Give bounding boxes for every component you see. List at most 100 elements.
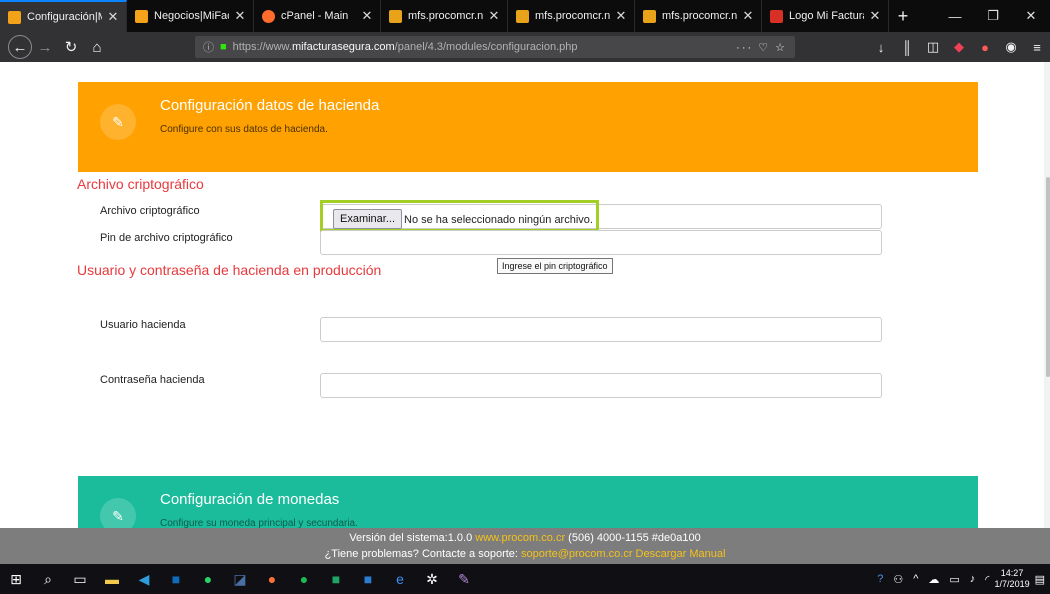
support-email-link[interactable]: soporte@procom.co.cr: [521, 548, 632, 560]
tab-favicon-icon: [8, 10, 21, 24]
forward-icon[interactable]: →: [32, 34, 58, 60]
settings-icon[interactable]: ✲: [416, 564, 448, 594]
tab-label: mfs.procomcr.net /: [662, 10, 737, 22]
clock[interactable]: 14:27 1/7/2019: [995, 568, 1030, 590]
tab-favicon-icon: [135, 9, 148, 23]
close-tab-icon[interactable]: ✕: [868, 8, 882, 24]
battery-icon[interactable]: ▭: [944, 573, 964, 586]
url-domain: mifacturasegura.com: [291, 41, 395, 53]
paint-icon[interactable]: ✎: [448, 564, 480, 594]
window-controls: — ❐ ✕: [936, 0, 1050, 32]
library-icon[interactable]: ║: [894, 40, 920, 55]
tab-cpanel[interactable]: cPanel - Main ✕: [254, 0, 381, 32]
sidebar-icon[interactable]: ◫: [920, 39, 946, 55]
home-icon[interactable]: ⌂: [84, 34, 110, 60]
reload-icon[interactable]: ↻: [58, 34, 84, 60]
spotify-icon[interactable]: ●: [288, 564, 320, 594]
volume-icon[interactable]: ♪: [965, 573, 981, 585]
section-title-crypto: Archivo criptográfico: [77, 176, 204, 192]
tab-label: cPanel - Main: [281, 10, 349, 22]
close-tab-icon[interactable]: ✕: [233, 8, 247, 24]
section-title-production: Usuario y contraseña de hacienda en prod…: [77, 262, 382, 278]
tab-favicon-icon: [389, 9, 402, 23]
windows-start-icon[interactable]: ⊞: [0, 564, 32, 594]
tab-label: mfs.procomcr.net /: [408, 10, 483, 22]
pin-input[interactable]: [320, 230, 882, 255]
help-text: ¿Tiene problemas? Contacte a soporte:: [324, 548, 518, 560]
file-explorer-icon[interactable]: ▬: [96, 564, 128, 594]
tab-mfs-2[interactable]: mfs.procomcr.net / ✕: [508, 0, 635, 32]
vscode-icon[interactable]: ◀: [128, 564, 160, 594]
edit-icon: ✎: [100, 104, 136, 140]
pocket-icon[interactable]: ◆: [946, 39, 972, 55]
menu-icon[interactable]: ≡: [1024, 40, 1050, 55]
tab-logo[interactable]: Logo Mi Factura Se ✕: [762, 0, 889, 32]
new-tab-icon[interactable]: +: [889, 0, 917, 32]
url-path: /panel/4.3/modules/configuracion.php: [394, 41, 578, 53]
clock-time: 14:27: [1000, 568, 1024, 578]
user-input[interactable]: [320, 317, 882, 342]
extension-icon[interactable]: ●: [972, 40, 998, 55]
tab-label: Logo Mi Factura Se: [789, 10, 864, 22]
password-input[interactable]: [320, 373, 882, 398]
minimize-icon[interactable]: —: [936, 0, 974, 32]
info-icon[interactable]: ⓘ: [203, 39, 214, 55]
help-tray-icon[interactable]: ?: [872, 573, 888, 585]
version-text: Versión del sistema:1.0.0: [349, 532, 473, 544]
word-icon[interactable]: ■: [352, 564, 384, 594]
task-view-icon[interactable]: ▭: [64, 564, 96, 594]
address-bar[interactable]: ⓘ ■ https://www. mifacturasegura.com/pane…: [195, 36, 795, 58]
onedrive-icon[interactable]: ☁: [923, 573, 944, 586]
close-tab-icon[interactable]: ✕: [614, 8, 628, 24]
page-actions-icon[interactable]: ··· ♡ ☆: [736, 41, 787, 54]
firefox-icon[interactable]: ●: [256, 564, 288, 594]
tab-favicon-icon: [770, 9, 783, 23]
hacienda-card-header: ✎ Configuración datos de hacienda Config…: [78, 82, 978, 172]
pin-label: Pin de archivo criptográfico: [100, 232, 233, 244]
wifi-icon[interactable]: ◜: [980, 573, 994, 586]
file-label: Archivo criptográfico: [100, 205, 200, 217]
restore-icon[interactable]: ❐: [974, 0, 1012, 32]
clock-date: 1/7/2019: [994, 579, 1030, 589]
page-scrollbar[interactable]: [1044, 62, 1050, 528]
card-subtitle: Configure con sus datos de hacienda.: [160, 124, 328, 135]
close-tab-icon[interactable]: ✕: [741, 8, 755, 24]
windows-taskbar: ⊞ ⌕ ▭ ▬ ◀ ■ ● ◪ ● ● ■ ■ e ✲ ✎ ? ⚇ ^ ☁ ▭ …: [0, 564, 1050, 594]
scrollbar-thumb[interactable]: [1046, 177, 1050, 377]
tab-label: Negocios|MiFactur: [154, 10, 229, 22]
close-window-icon[interactable]: ✕: [1012, 0, 1050, 32]
tab-configuracion[interactable]: Configuración|MiFa ✕: [0, 0, 127, 32]
back-icon[interactable]: ←: [8, 35, 32, 59]
lock-icon: ■: [220, 41, 227, 53]
tab-label: mfs.procomcr.net /: [535, 10, 610, 22]
close-tab-icon[interactable]: ✕: [360, 8, 374, 24]
manual-link[interactable]: Descargar Manual: [636, 548, 726, 560]
download-icon[interactable]: ↓: [868, 40, 894, 55]
phone-text: (506) 4000-1155 #de0a100: [568, 532, 701, 544]
browser-tab-strip: Configuración|MiFa ✕ Negocios|MiFactur ✕…: [0, 0, 1050, 32]
site-link[interactable]: www.procom.co.cr: [475, 532, 565, 544]
user-label: Usuario hacienda: [100, 319, 186, 331]
account-icon[interactable]: ◉: [998, 39, 1024, 55]
whatsapp-icon[interactable]: ●: [192, 564, 224, 594]
tab-mfs-1[interactable]: mfs.procomcr.net / ✕: [381, 0, 508, 32]
tab-favicon-icon: [262, 9, 275, 23]
excel-icon[interactable]: ■: [320, 564, 352, 594]
close-tab-icon[interactable]: ✕: [106, 9, 120, 25]
tab-label: Configuración|MiFa: [27, 11, 102, 23]
tab-favicon-icon: [643, 9, 656, 23]
tab-mfs-3[interactable]: mfs.procomcr.net / ✕: [635, 0, 762, 32]
close-tab-icon[interactable]: ✕: [487, 8, 501, 24]
notifications-icon[interactable]: ▤: [1030, 573, 1050, 586]
outlook-icon[interactable]: ■: [160, 564, 192, 594]
card-title: Configuración de monedas: [160, 491, 340, 508]
currency-card-header: ✎ Configuración de monedas Configure su …: [78, 476, 978, 528]
tab-negocios[interactable]: Negocios|MiFactur ✕: [127, 0, 254, 32]
app-icon[interactable]: ◪: [224, 564, 256, 594]
page-content: ✎ Configuración datos de hacienda Config…: [0, 62, 1050, 528]
search-icon[interactable]: ⌕: [32, 564, 64, 594]
edge-icon[interactable]: e: [384, 564, 416, 594]
tray-arrow-icon[interactable]: ^: [908, 573, 923, 585]
people-icon[interactable]: ⚇: [888, 573, 908, 586]
browse-button[interactable]: Examinar...: [333, 209, 403, 229]
